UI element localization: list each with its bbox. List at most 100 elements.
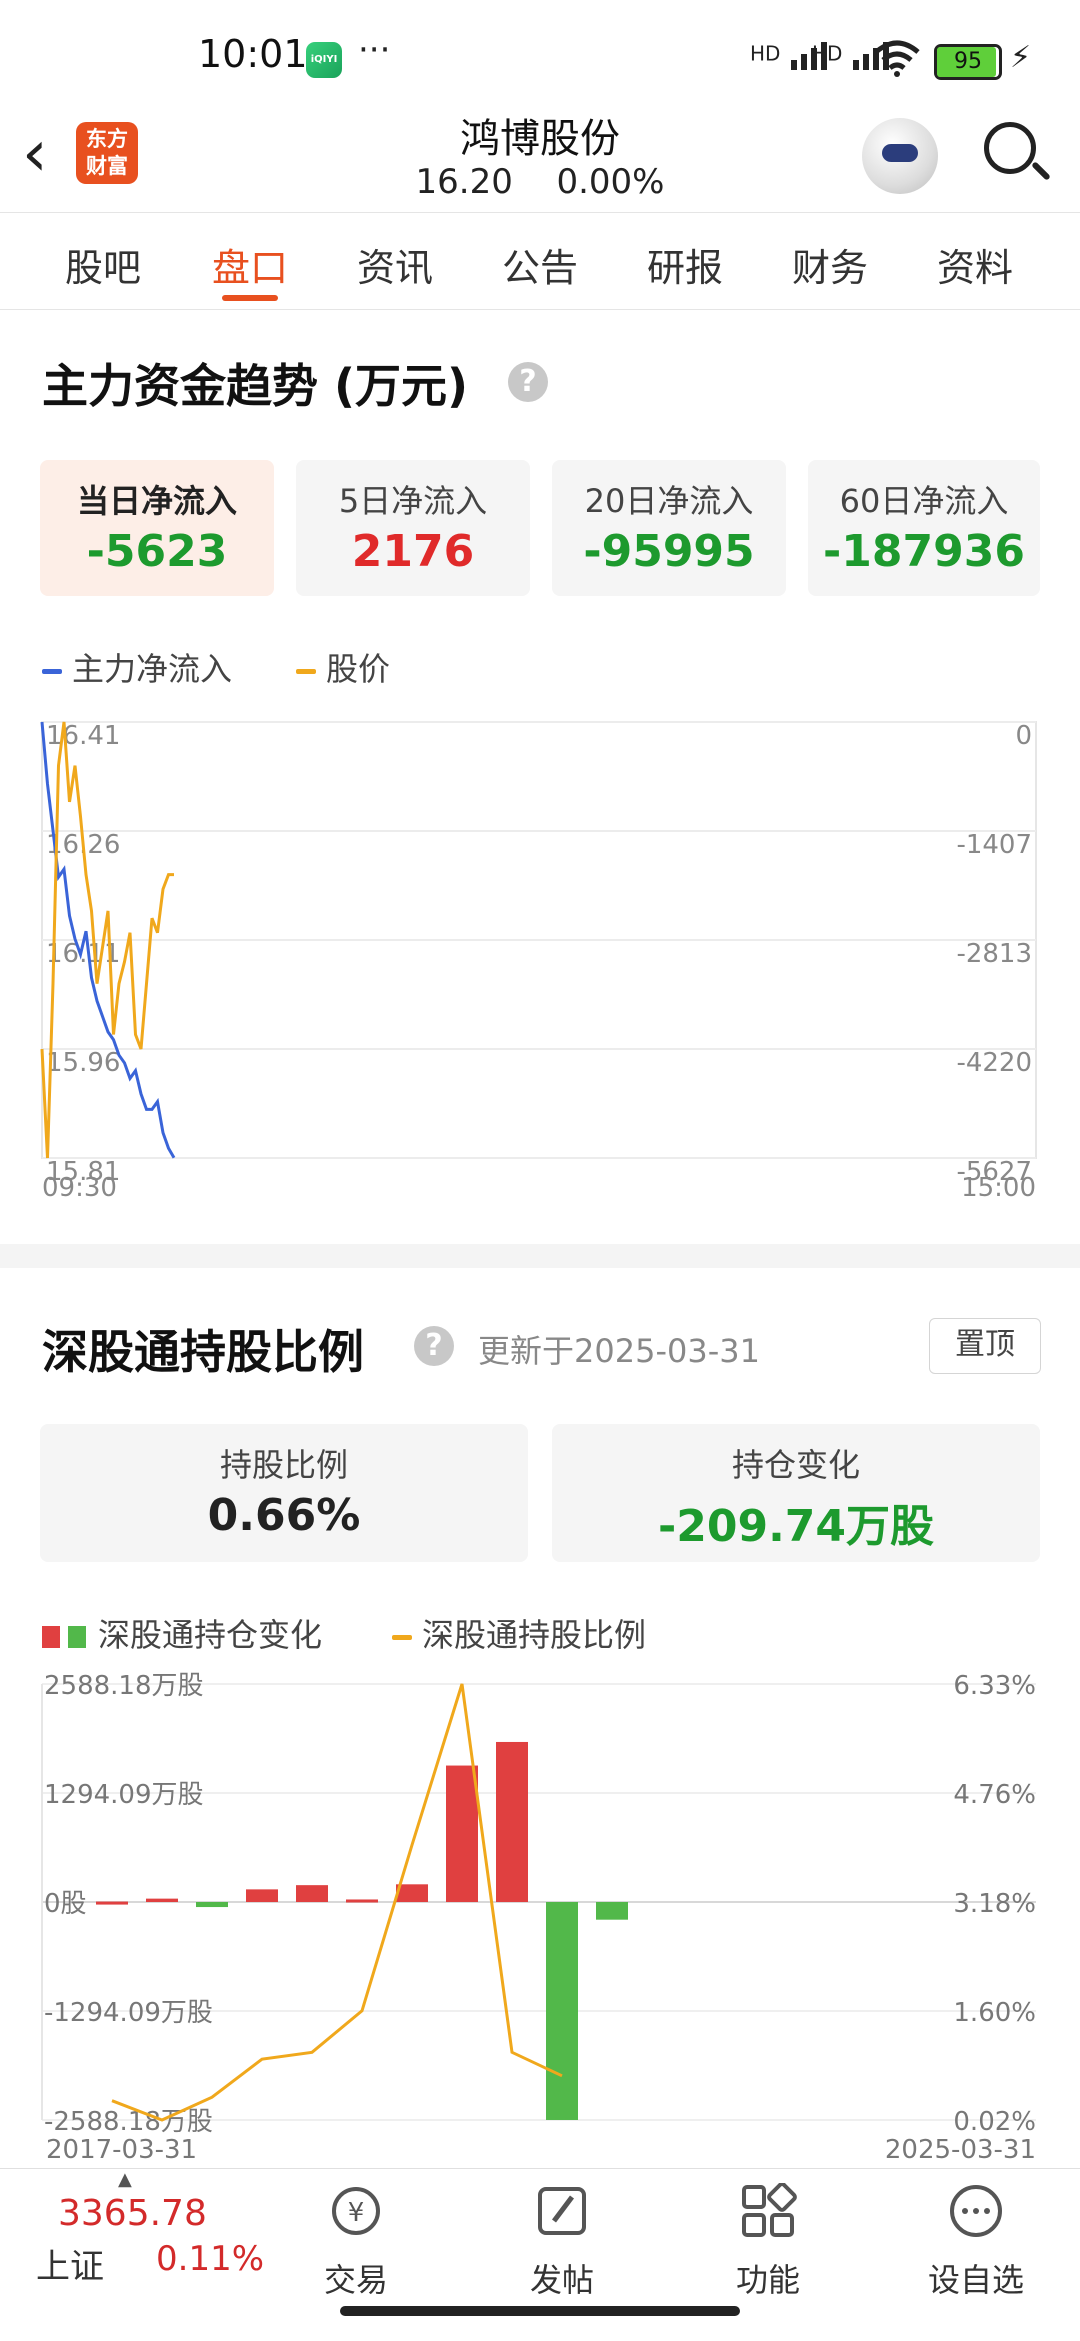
index-value[interactable]: 3365.78 xyxy=(58,2193,207,2234)
charging-icon: ⚡ xyxy=(1010,40,1032,75)
more-notifications-icon: ··· xyxy=(358,30,391,70)
holding-bar xyxy=(96,1901,128,1905)
tab-guba[interactable]: 股吧 xyxy=(48,237,158,292)
signal-hd-label: HD xyxy=(812,41,843,66)
battery-level: 95 xyxy=(954,49,982,74)
legend-swatch-green xyxy=(68,1626,86,1648)
stock-price: 16.20 xyxy=(415,162,513,202)
stock-change: 0.00% xyxy=(556,162,665,202)
search-icon[interactable] xyxy=(984,122,1036,174)
holding-bar xyxy=(496,1741,528,1902)
tab-research[interactable]: 研报 xyxy=(630,237,740,292)
yuan-exchange-icon: ¥ xyxy=(332,2187,380,2235)
fund-trend-chart[interactable]: 16.41 016.26 -140716.11 -281315.96 -422015.8… xyxy=(0,700,1080,1220)
right-tick-label: 4.76% xyxy=(953,1780,1036,1810)
nav-label: 交易 xyxy=(323,2261,388,2299)
active-tab-indicator xyxy=(222,295,278,301)
tab-news[interactable]: 资讯 xyxy=(340,237,450,292)
index-change[interactable]: 0.11% xyxy=(156,2239,264,2279)
card-value: -187936 xyxy=(823,526,1025,577)
nav-post[interactable]: 发帖 xyxy=(502,2183,622,2301)
tab-finance[interactable]: 财务 xyxy=(775,237,885,292)
fund-trend-title: 主力资金趋势 (万元) xyxy=(42,359,469,413)
grid-apps-icon xyxy=(742,2182,797,2237)
svg-text:¥: ¥ xyxy=(348,2198,365,2228)
tab-bar: 股吧 盘口 资讯 公告 研报 财务 资料 xyxy=(0,212,1080,310)
right-tick-label: 3.18% xyxy=(953,1889,1036,1919)
help-icon[interactable]: ? xyxy=(414,1326,454,1366)
card-value: -209.74万股 xyxy=(657,1501,935,1552)
home-indicator[interactable] xyxy=(340,2306,740,2316)
legend-main-inflow: 主力净流入 xyxy=(42,644,232,690)
x-tick-start: 09:30 xyxy=(42,1173,117,1203)
right-tick-label: 6.33% xyxy=(953,1671,1036,1701)
robot-assistant-icon[interactable] xyxy=(862,118,938,194)
holding-ratio-card: 持股比例 0.66% xyxy=(40,1424,528,1562)
legend-label: 主力净流入 xyxy=(72,650,233,688)
nav-label: 设自选 xyxy=(927,2261,1024,2299)
x-tick-start: 2017-03-31 xyxy=(46,2135,197,2165)
nav-watchlist[interactable]: 设自选 xyxy=(916,2183,1036,2301)
left-tick-label: 16.41 xyxy=(46,721,120,751)
holding-bar xyxy=(546,1902,578,2120)
legend-swatch-red xyxy=(42,1626,60,1648)
holding-bar xyxy=(246,1889,278,1902)
holding-bar xyxy=(346,1899,378,1903)
tab-pankou[interactable]: 盘口 xyxy=(195,237,305,292)
holding-chart[interactable]: 2588.18万股 6.33% 1294.09万股 4.76% 0股 3.18% -1294… xyxy=(0,1670,1080,2168)
holding-bar xyxy=(596,1902,628,1920)
holding-change-card: 持仓变化 -209.74万股 xyxy=(552,1424,1040,1562)
card-value: -95995 xyxy=(583,526,755,577)
edit-post-icon xyxy=(538,2187,586,2235)
legend-price: 股价 xyxy=(296,644,390,690)
holding-bar xyxy=(146,1898,178,1902)
nav-functions[interactable]: 功能 xyxy=(708,2182,828,2301)
nav-label: 发帖 xyxy=(529,2261,594,2299)
expand-caret-icon[interactable]: ▲ xyxy=(118,2169,132,2190)
legend-swatch-orange xyxy=(392,1634,412,1640)
signal-hd-label: HD xyxy=(750,41,781,66)
battery-icon: 95 xyxy=(934,44,1002,80)
net-inflow-card-5d[interactable]: 5日净流入 2176 xyxy=(296,460,530,596)
tab-profile[interactable]: 资料 xyxy=(920,237,1030,292)
card-value: 0.66% xyxy=(207,1490,361,1541)
legend-label: 股价 xyxy=(326,650,391,688)
right-tick-label: -4220 xyxy=(956,1048,1032,1078)
card-label: 持股比例 xyxy=(219,1446,348,1484)
net-inflow-card-today[interactable]: 当日净流入 -5623 xyxy=(40,460,274,596)
left-tick-label: -1294.09万股 xyxy=(44,1998,213,2028)
right-tick-label: -2813 xyxy=(956,939,1032,969)
tab-announce[interactable]: 公告 xyxy=(485,237,595,292)
update-date: 更新于2025-03-31 xyxy=(478,1332,760,1370)
left-tick-label: 2588.18万股 xyxy=(44,1671,204,1701)
legend-swatch-orange xyxy=(296,668,316,674)
nav-label: 功能 xyxy=(735,2261,800,2299)
right-tick-label: -1407 xyxy=(956,830,1032,860)
card-value: -5623 xyxy=(86,526,228,577)
pin-top-button[interactable]: 置顶 xyxy=(929,1318,1041,1374)
net-inflow-card-60d[interactable]: 60日净流入 -187936 xyxy=(808,460,1040,596)
card-label: 60日净流入 xyxy=(839,482,1009,520)
card-label: 5日净流入 xyxy=(338,482,488,520)
card-label: 持仓变化 xyxy=(731,1446,860,1484)
card-value: 2176 xyxy=(351,526,475,577)
legend-holding-change: 深股通持仓变化 xyxy=(42,1610,322,1656)
right-tick-label: 0 xyxy=(1015,721,1032,751)
help-icon[interactable]: ? xyxy=(508,362,548,402)
nav-trade[interactable]: ¥ 交易 xyxy=(296,2183,416,2301)
status-time: 10:01 xyxy=(198,32,308,76)
legend-label: 深股通持股比例 xyxy=(422,1616,647,1654)
holding-bar xyxy=(296,1885,328,1902)
index-name[interactable]: 上证 xyxy=(36,2239,104,2288)
status-bar: 10:01 iQIYI ··· HD HD 95 ⚡ xyxy=(0,0,1080,110)
left-tick-label: -2588.18万股 xyxy=(44,2107,213,2137)
card-label: 当日净流入 xyxy=(76,482,237,520)
iqiyi-app-icon: iQIYI xyxy=(306,42,342,78)
right-tick-label: 0.02% xyxy=(953,2107,1036,2137)
left-tick-label: 1294.09万股 xyxy=(44,1780,204,1810)
wifi-icon xyxy=(874,40,920,77)
holding-bar xyxy=(446,1765,478,1902)
net-inflow-card-20d[interactable]: 20日净流入 -95995 xyxy=(552,460,786,596)
holding-title: 深股通持股比例 xyxy=(42,1325,364,1379)
x-tick-end: 15:00 xyxy=(961,1173,1036,1203)
